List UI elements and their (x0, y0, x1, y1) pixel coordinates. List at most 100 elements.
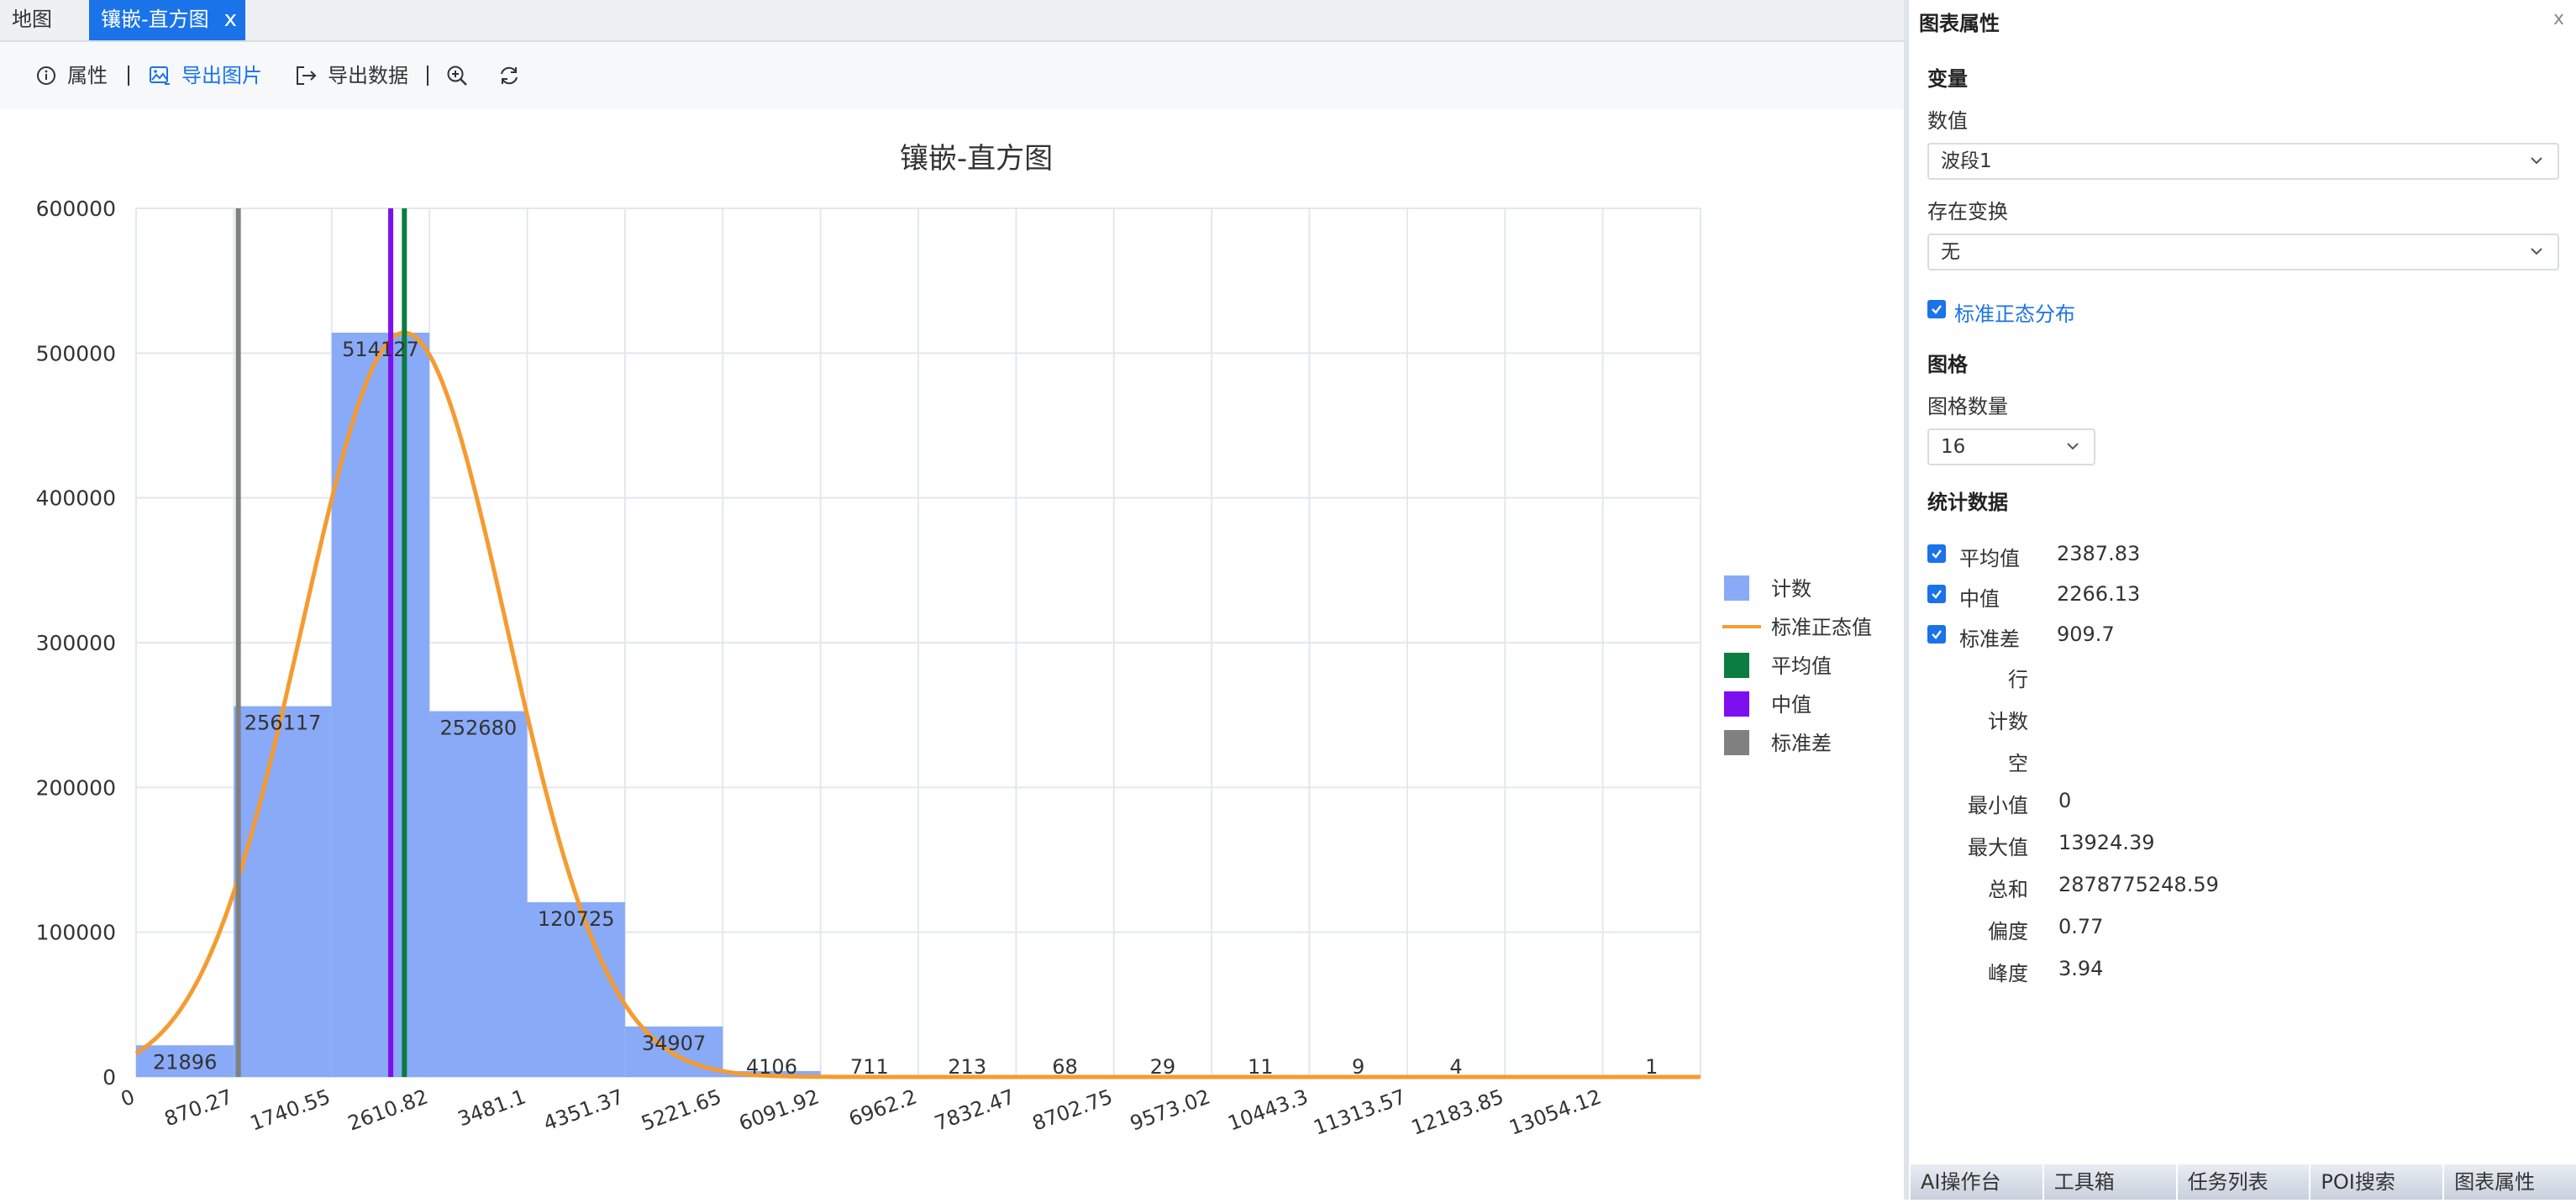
tab-poi-search[interactable]: POI搜索 (2309, 1164, 2442, 1200)
stat-value: 2878775248.59 (2058, 873, 2219, 896)
stat-name: 偏度 (1860, 915, 2028, 944)
export-image-label: 导出图片 (181, 60, 262, 91)
transform-label: 存在变换 (1927, 195, 2008, 224)
bar-value-label: 1 (1645, 1055, 1658, 1079)
normal-distribution-label[interactable]: 标准正态分布 (1954, 297, 2075, 327)
bar-value-label: 252680 (440, 717, 518, 740)
stat-name: 总和 (1860, 873, 2028, 902)
toolbar-divider (427, 66, 428, 86)
statistics-section-title: 统计数据 (1927, 486, 2008, 515)
std-checkbox[interactable] (1927, 625, 1946, 644)
grid-section-title: 图格 (1927, 348, 1968, 377)
tab-histogram[interactable]: 镶嵌-直方图 x (89, 0, 245, 40)
bar-value-label: 34907 (642, 1032, 706, 1055)
x-tick-label: 10443.3 (1225, 1085, 1312, 1135)
tab-map[interactable]: 地图 (0, 0, 64, 40)
bar-value-label: 514127 (342, 338, 419, 361)
value-label: 数值 (1927, 104, 1968, 134)
histogram-svg: 镶嵌-直方图0100000200000300000400000500000600… (0, 109, 1904, 1200)
image-export-icon (148, 64, 171, 87)
chevron-down-icon (2063, 437, 2082, 455)
value-select[interactable]: 波段1 (1927, 143, 2559, 180)
stat-name: 最大值 (1860, 831, 2028, 860)
zoom-in-icon (445, 64, 469, 87)
tab-map-label: 地图 (12, 8, 52, 31)
refresh-button[interactable] (497, 60, 521, 91)
export-data-label: 导出数据 (328, 60, 408, 91)
x-tick-label: 13054.12 (1506, 1085, 1604, 1139)
panel-title: 图表属性 (1919, 7, 2000, 36)
bar-value-label: 4 (1449, 1055, 1462, 1079)
bar-value-label: 711 (850, 1055, 889, 1079)
stat-value: 0 (2058, 789, 2071, 812)
x-tick-label: 0 (118, 1085, 138, 1111)
x-tick-label: 5221.65 (638, 1085, 724, 1135)
tab-ai-console[interactable]: AI操作台 (1909, 1164, 2042, 1200)
y-tick-label: 500000 (36, 341, 116, 365)
tab-toolbox[interactable]: 工具箱 (2042, 1164, 2176, 1200)
tab-chart-properties[interactable]: 图表属性 (2442, 1164, 2576, 1200)
legend-label: 标准差 (1771, 732, 1832, 755)
chevron-down-icon (2527, 242, 2546, 260)
x-tick-label: 6091.92 (736, 1085, 823, 1135)
bar-value-label: 256117 (244, 712, 322, 735)
stat-value: 2266.13 (2057, 582, 2140, 606)
info-icon (35, 65, 57, 87)
bar-value-label: 213 (948, 1055, 986, 1079)
stat-name: 中值 (1959, 582, 2000, 612)
close-panel-icon[interactable]: x (2553, 8, 2564, 29)
legend-swatch (1724, 575, 1749, 601)
histogram-bar (234, 707, 331, 1077)
normal-distribution-checkbox[interactable] (1927, 300, 1946, 318)
variable-section-title: 变量 (1927, 62, 1968, 92)
transform-select-text: 无 (1941, 241, 1960, 263)
bar-value-label: 9 (1352, 1055, 1364, 1079)
toolbar-divider (128, 66, 129, 86)
tab-histogram-label: 镶嵌-直方图 (101, 8, 209, 31)
stat-name: 标准差 (1959, 623, 2020, 652)
stat-name: 最小值 (1860, 789, 2028, 818)
y-tick-label: 600000 (36, 197, 116, 221)
y-tick-label: 100000 (36, 921, 116, 945)
x-tick-label: 3481.1 (455, 1085, 528, 1131)
legend-swatch (1724, 730, 1749, 755)
chart-title: 镶嵌-直方图 (900, 142, 1053, 176)
chevron-down-icon (2527, 151, 2546, 170)
stat-value: 0.77 (2058, 915, 2103, 938)
x-tick-label: 11313.57 (1311, 1085, 1409, 1139)
stat-name: 行 (1860, 663, 2028, 692)
export-image-button[interactable]: 导出图片 (148, 60, 262, 91)
mean-checkbox[interactable] (1927, 544, 1946, 563)
refresh-icon (497, 64, 521, 87)
histogram-bar (429, 712, 527, 1077)
close-tab-icon[interactable]: x (224, 7, 237, 32)
bar-value-label: 68 (1052, 1055, 1078, 1079)
zoom-in-button[interactable] (445, 60, 469, 91)
stat-name: 空 (1860, 747, 2028, 776)
x-tick-label: 870.27 (161, 1085, 235, 1131)
chart-properties-panel: 图表属性 x 变量 数值 波段1 存在变换 无 标准正态分布 图格 图格数量 1… (1909, 0, 2576, 1200)
tab-task-list[interactable]: 任务列表 (2176, 1164, 2310, 1200)
x-tick-label: 8702.75 (1029, 1085, 1116, 1135)
properties-button[interactable]: 属性 (35, 60, 108, 91)
median-checkbox[interactable] (1927, 585, 1946, 603)
legend-label: 平均值 (1771, 654, 1832, 678)
x-tick-label: 7832.47 (932, 1085, 1018, 1135)
legend-swatch (1724, 691, 1749, 717)
stat-value: 909.7 (2057, 623, 2115, 646)
legend-label: 中值 (1771, 693, 1811, 717)
transform-select[interactable]: 无 (1927, 234, 2559, 271)
grid-count-select[interactable]: 16 (1927, 428, 2095, 465)
value-select-text: 波段1 (1941, 150, 1992, 172)
chart-toolbar: 属性 导出图片 导出数据 (0, 42, 1904, 109)
export-data-button[interactable]: 导出数据 (294, 60, 408, 91)
x-tick-label: 9573.02 (1127, 1085, 1213, 1135)
x-tick-label: 12183.85 (1408, 1085, 1506, 1139)
x-tick-label: 2610.82 (344, 1085, 431, 1135)
stat-value: 13924.39 (2058, 831, 2155, 854)
grid-count-select-text: 16 (1941, 436, 1965, 458)
x-tick-label: 6962.2 (846, 1085, 920, 1131)
y-tick-label: 0 (103, 1065, 116, 1090)
bar-value-label: 4106 (746, 1055, 797, 1079)
stat-value: 2387.83 (2057, 542, 2140, 565)
